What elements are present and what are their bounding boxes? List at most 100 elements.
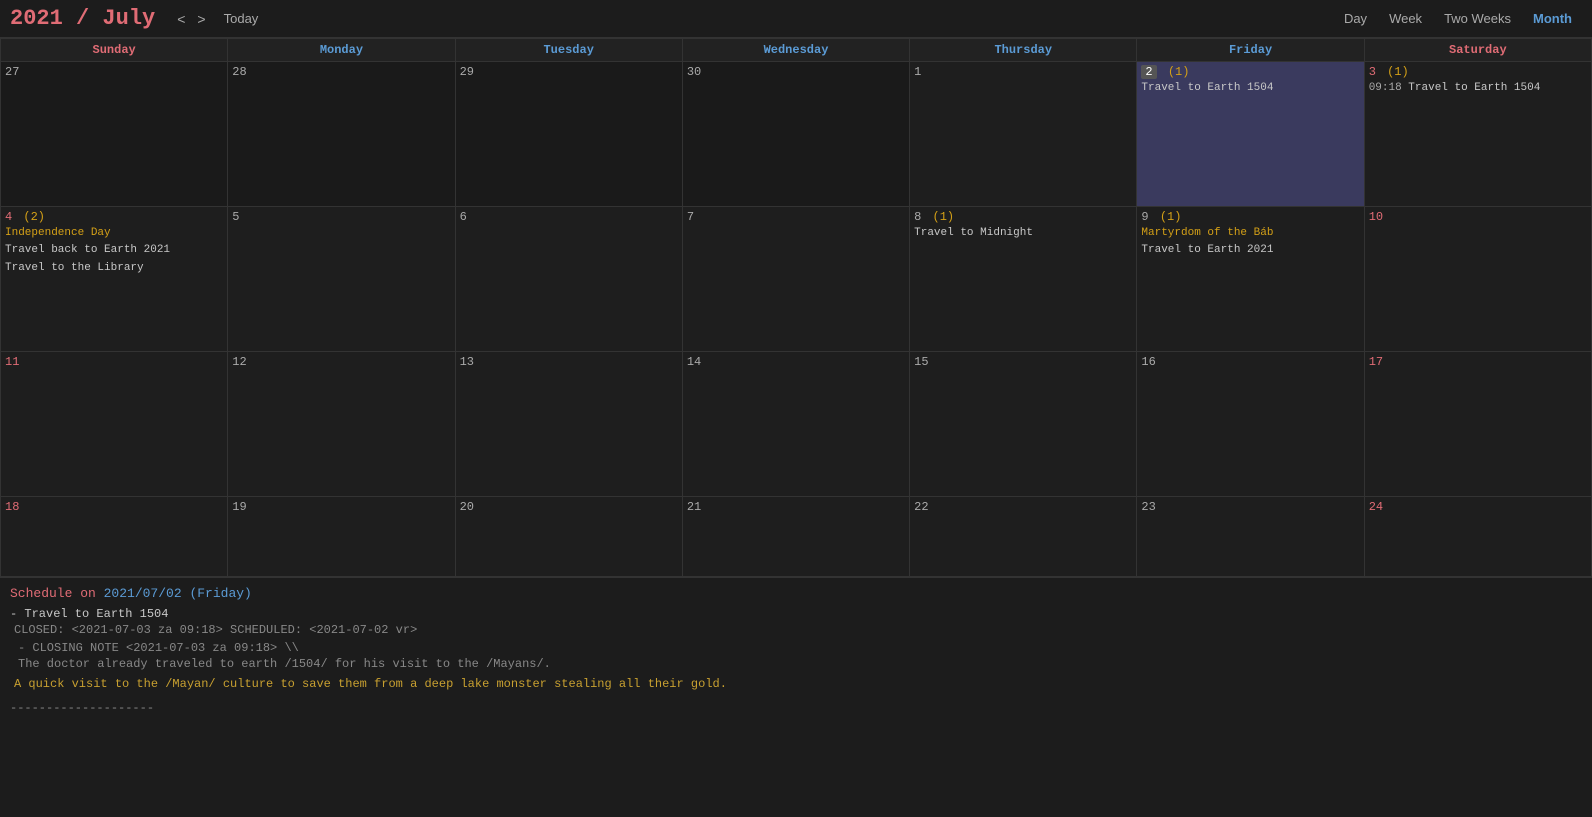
date-num-11: 11 bbox=[5, 355, 19, 369]
schedule-item-title-1: - Travel to Earth 1504 bbox=[10, 607, 1582, 621]
header-year: 2021 bbox=[10, 6, 63, 31]
date-num-20: 20 bbox=[460, 500, 474, 514]
event-day9-2: Travel to Earth 2021 bbox=[1141, 243, 1359, 258]
day-15[interactable]: 15 bbox=[910, 352, 1137, 497]
day-6[interactable]: 6 bbox=[455, 207, 682, 352]
view-month-button[interactable]: Month bbox=[1523, 8, 1582, 29]
event-day4-2: Travel back to Earth 2021 bbox=[5, 243, 223, 258]
date-num-16: 16 bbox=[1141, 355, 1155, 369]
week-row-2: 4 (2) Independence Day Travel back to Ea… bbox=[1, 207, 1592, 352]
event-day8-1: Travel to Midnight bbox=[914, 226, 1132, 241]
date-num-2: 2 bbox=[1141, 65, 1156, 79]
day-5[interactable]: 5 bbox=[228, 207, 455, 352]
header-monday: Monday bbox=[228, 39, 455, 62]
day-19[interactable]: 19 bbox=[228, 497, 455, 577]
day-18[interactable]: 18 bbox=[1, 497, 228, 577]
date-num-22: 22 bbox=[914, 500, 928, 514]
view-day-button[interactable]: Day bbox=[1334, 8, 1377, 29]
day-23[interactable]: 23 bbox=[1137, 497, 1364, 577]
day-11[interactable]: 11 bbox=[1, 352, 228, 497]
date-num-12: 12 bbox=[232, 355, 246, 369]
date-count-4: (2) bbox=[23, 210, 45, 224]
day-24[interactable]: 24 bbox=[1364, 497, 1591, 577]
date-num-6: 6 bbox=[460, 210, 467, 224]
date-count-9: (1) bbox=[1160, 210, 1182, 224]
header-thursday: Thursday bbox=[910, 39, 1137, 62]
date-num-27: 27 bbox=[5, 65, 19, 79]
date-num-3: 3 bbox=[1369, 65, 1376, 79]
day-7[interactable]: 7 bbox=[682, 207, 909, 352]
day-headers-row: Sunday Monday Tuesday Wednesday Thursday… bbox=[1, 39, 1592, 62]
week-row-1: 27 28 29 30 1 2 (1) Travel to Earth 1504… bbox=[1, 62, 1592, 207]
calendar-table: Sunday Monday Tuesday Wednesday Thursday… bbox=[0, 38, 1592, 577]
schedule-title: Schedule on 2021/07/02 (Friday) bbox=[10, 586, 1582, 601]
header-month: July bbox=[102, 6, 155, 31]
schedule-closing-note: - CLOSING NOTE <2021-07-03 za 09:18> \\ bbox=[18, 641, 1582, 655]
prev-button[interactable]: < bbox=[171, 9, 191, 29]
event-day2-1: Travel to Earth 1504 bbox=[1141, 81, 1359, 96]
schedule-panel: Schedule on 2021/07/02 (Friday) - Travel… bbox=[0, 577, 1592, 723]
day-20[interactable]: 20 bbox=[455, 497, 682, 577]
day-10[interactable]: 10 bbox=[1364, 207, 1591, 352]
day-2[interactable]: 2 (1) Travel to Earth 1504 bbox=[1137, 62, 1364, 207]
event-time-day3: 09:18 bbox=[1369, 82, 1409, 94]
day-16[interactable]: 16 bbox=[1137, 352, 1364, 497]
date-num-4: 4 bbox=[5, 210, 12, 224]
date-num-24: 24 bbox=[1369, 500, 1383, 514]
schedule-item-meta-1: CLOSED: <2021-07-03 za 09:18> SCHEDULED:… bbox=[14, 623, 1582, 637]
date-num-23: 23 bbox=[1141, 500, 1155, 514]
day-28[interactable]: 28 bbox=[228, 62, 455, 207]
date-num-9: 9 bbox=[1141, 210, 1148, 224]
day-17[interactable]: 17 bbox=[1364, 352, 1591, 497]
header-friday: Friday bbox=[1137, 39, 1364, 62]
day-4[interactable]: 4 (2) Independence Day Travel back to Ea… bbox=[1, 207, 228, 352]
calendar-header: 2021 / July < > Today Day Week Two Weeks… bbox=[0, 0, 1592, 38]
date-num-13: 13 bbox=[460, 355, 474, 369]
header-slash: / bbox=[63, 6, 103, 31]
date-num-5: 5 bbox=[232, 210, 239, 224]
day-22[interactable]: 22 bbox=[910, 497, 1137, 577]
schedule-date: 2021/07/02 (Friday) bbox=[104, 586, 252, 601]
date-count-8: (1) bbox=[933, 210, 955, 224]
date-num-1: 1 bbox=[914, 65, 921, 79]
event-day9-1: Martyrdom of the Báb bbox=[1141, 226, 1359, 241]
schedule-closing-line: The doctor already traveled to earth /15… bbox=[18, 657, 1582, 671]
day-13[interactable]: 13 bbox=[455, 352, 682, 497]
week-row-3: 11 12 13 14 15 16 17 bbox=[1, 352, 1592, 497]
day-29[interactable]: 29 bbox=[455, 62, 682, 207]
date-num-21: 21 bbox=[687, 500, 701, 514]
date-num-14: 14 bbox=[687, 355, 701, 369]
view-two-weeks-button[interactable]: Two Weeks bbox=[1434, 8, 1521, 29]
schedule-note-1: A quick visit to the /Mayan/ culture to … bbox=[14, 677, 1582, 691]
day-14[interactable]: 14 bbox=[682, 352, 909, 497]
date-count-3: (1) bbox=[1387, 65, 1409, 79]
day-1[interactable]: 1 bbox=[910, 62, 1137, 207]
schedule-item-1: - Travel to Earth 1504 CLOSED: <2021-07-… bbox=[10, 607, 1582, 691]
day-9[interactable]: 9 (1) Martyrdom of the Báb Travel to Ear… bbox=[1137, 207, 1364, 352]
day-21[interactable]: 21 bbox=[682, 497, 909, 577]
day-3[interactable]: 3 (1) 09:18 Travel to Earth 1504 bbox=[1364, 62, 1591, 207]
date-num-8: 8 bbox=[914, 210, 921, 224]
event-day4-1: Independence Day bbox=[5, 226, 223, 241]
view-options: Day Week Two Weeks Month bbox=[1334, 8, 1582, 29]
day-12[interactable]: 12 bbox=[228, 352, 455, 497]
today-button[interactable]: Today bbox=[216, 9, 267, 28]
schedule-divider: -------------------- bbox=[10, 701, 1582, 715]
date-num-30: 30 bbox=[687, 65, 701, 79]
day-8[interactable]: 8 (1) Travel to Midnight bbox=[910, 207, 1137, 352]
header-title: 2021 / July bbox=[10, 6, 155, 31]
date-num-10: 10 bbox=[1369, 210, 1383, 224]
week-row-4: 18 19 20 21 22 23 24 bbox=[1, 497, 1592, 577]
date-num-28: 28 bbox=[232, 65, 246, 79]
day-30[interactable]: 30 bbox=[682, 62, 909, 207]
view-week-button[interactable]: Week bbox=[1379, 8, 1432, 29]
date-num-17: 17 bbox=[1369, 355, 1383, 369]
next-button[interactable]: > bbox=[191, 9, 211, 29]
day-27[interactable]: 27 bbox=[1, 62, 228, 207]
event-day3-1: 09:18 Travel to Earth 1504 bbox=[1369, 81, 1587, 96]
date-num-15: 15 bbox=[914, 355, 928, 369]
header-tuesday: Tuesday bbox=[455, 39, 682, 62]
date-count-2: (1) bbox=[1168, 65, 1190, 79]
header-saturday: Saturday bbox=[1364, 39, 1591, 62]
schedule-closing-block: - CLOSING NOTE <2021-07-03 za 09:18> \\ … bbox=[10, 641, 1582, 671]
